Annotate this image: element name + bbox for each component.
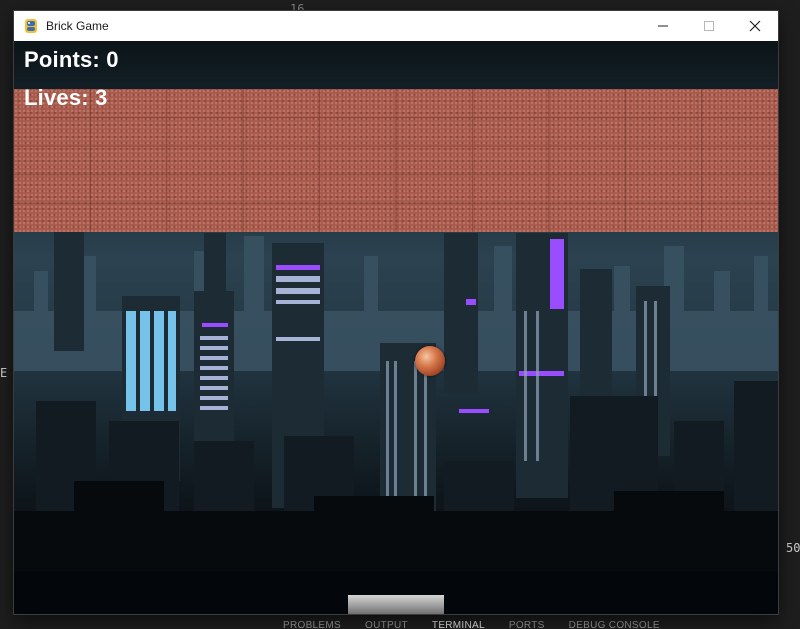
- brick-wall: [14, 89, 778, 232]
- ball: [415, 346, 445, 376]
- minimize-icon: [658, 25, 668, 27]
- lives-label: Lives: 3: [24, 85, 108, 110]
- maximize-button[interactable]: [686, 11, 732, 41]
- window-titlebar[interactable]: Brick Game: [14, 11, 778, 41]
- window-title: Brick Game: [46, 19, 109, 33]
- tab-terminal[interactable]: TERMINAL: [432, 614, 485, 629]
- window-controls: [640, 11, 778, 41]
- close-icon: [749, 20, 761, 32]
- paddle[interactable]: [348, 595, 444, 614]
- editor-right-number: 50: [786, 541, 800, 555]
- close-button[interactable]: [732, 11, 778, 41]
- tab-debug-console[interactable]: DEBUG CONSOLE: [569, 614, 660, 629]
- tab-ports[interactable]: PORTS: [509, 614, 545, 629]
- brick-grid-lines: [14, 89, 778, 232]
- pygame-snake-icon: [25, 19, 37, 33]
- points-label: Points: 0: [24, 47, 119, 72]
- tab-problems[interactable]: PROBLEMS: [283, 614, 341, 629]
- game-window: Brick Game Points: 0 Lives: 3: [14, 11, 778, 614]
- maximize-icon: [704, 21, 714, 31]
- editor-left-glyph: E: [0, 366, 8, 380]
- tab-output[interactable]: OUTPUT: [365, 614, 408, 629]
- panel-tabs: PROBLEMS OUTPUT TERMINAL PORTS DEBUG CON…: [265, 614, 800, 629]
- minimize-button[interactable]: [640, 11, 686, 41]
- game-canvas[interactable]: Points: 0 Lives: 3: [14, 41, 778, 614]
